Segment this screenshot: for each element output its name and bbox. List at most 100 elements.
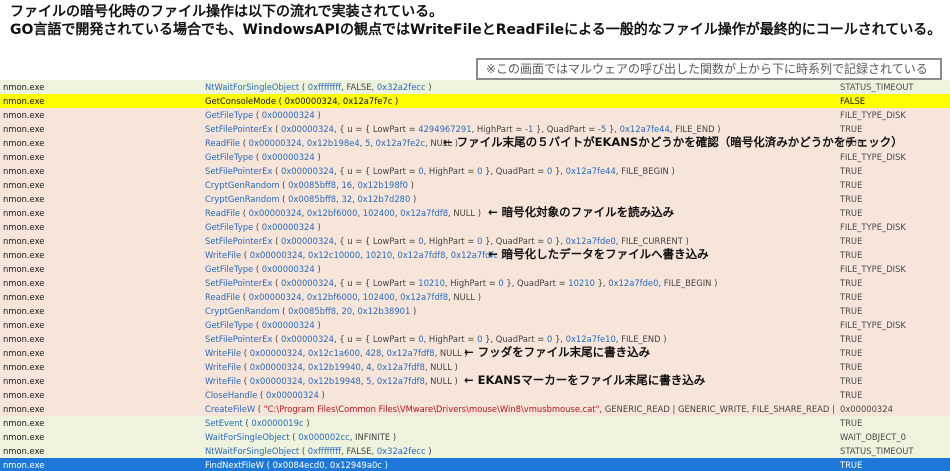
process-name-cell: nmon.exe [3, 264, 45, 274]
api-function-name: CryptGenRandom [205, 306, 280, 316]
api-function-name: WriteFile [205, 250, 242, 260]
api-arguments: ( 0x00000324 ) [260, 390, 325, 400]
table-row[interactable]: nmon.exe WaitForSingleObject ( 0x000002cc… [0, 430, 950, 444]
api-arguments: ( 0x00000324, 0x12bf6000, 102400, 0x12a7… [242, 208, 482, 218]
return-value-cell: TRUE [840, 208, 863, 218]
table-row[interactable]: nmon.exe GetFileType ( 0x00000324 ) FILE_T… [0, 318, 950, 332]
api-arguments: ( "C:\Program Files\Common Files\VMware\… [257, 404, 835, 414]
table-row[interactable]: nmon.exe SetFilePointerEx ( 0x00000324, {… [0, 122, 950, 136]
return-value-cell: FILE_TYPE_DISK [840, 152, 906, 162]
return-value-cell: TRUE [840, 376, 863, 386]
process-name-cell: nmon.exe [3, 82, 45, 92]
api-arguments: ( 0x00000324, 0x12b19940, 4, 0x12a7fdf8,… [243, 362, 458, 372]
table-row[interactable]: nmon.exe CryptGenRandom ( 0x0085bff8, 20,… [0, 304, 950, 318]
process-name-cell: nmon.exe [3, 404, 45, 414]
table-row[interactable]: nmon.exe GetFileType ( 0x00000324 ) FILE_T… [0, 150, 950, 164]
return-value-cell: TRUE [840, 250, 863, 260]
api-arguments: ( 0x0084ecd0, 0x12949a0c ) [266, 460, 388, 470]
api-function-name: NtWaitForSingleObject [205, 446, 300, 456]
table-row[interactable]: nmon.exe SetEvent ( 0x0000019c ) TRUE [0, 416, 950, 430]
return-value-cell: TRUE [840, 306, 863, 316]
table-row[interactable]: nmon.exe WriteFile ( 0x00000324, 0x12c100… [0, 248, 950, 262]
table-row[interactable]: nmon.exe GetFileType ( 0x00000324 ) FILE_T… [0, 108, 950, 122]
api-arguments: ( 0x0085bff8, 20, 0x12b38901 ) [282, 306, 417, 316]
return-value-cell: FILE_TYPE_DISK [840, 110, 906, 120]
api-function-name: SetFilePointerEx [205, 166, 273, 176]
table-row[interactable]: nmon.exe GetFileType ( 0x00000324 ) FILE_T… [0, 262, 950, 276]
page-header: ファイルの暗号化時のファイル操作は以下の流れで実装されている。 GO言語で開発さ… [10, 3, 941, 39]
process-name-cell: nmon.exe [3, 194, 45, 204]
process-name-cell: nmon.exe [3, 180, 45, 190]
table-row[interactable]: nmon.exe CloseHandle ( 0x00000324 ) TRUE [0, 388, 950, 402]
return-value-cell: TRUE [840, 460, 863, 470]
api-arguments: ( 0x00000324, 0x12c10000, 10210, 0x12a7f… [243, 250, 504, 260]
callout-annotation: ← ファイル末尾の５バイトがEKANSかどうかを確認（暗号化済みかどうかをチェッ… [443, 135, 903, 149]
table-row[interactable]: nmon.exe WriteFile ( 0x00000324, 0x12b199… [0, 360, 950, 374]
callout-annotation: ← フッダをファイル末尾に書き込み [464, 345, 651, 359]
callout-annotation: ← 暗号化したデータをファイルへ書き込み [488, 247, 709, 261]
process-name-cell: nmon.exe [3, 334, 45, 344]
api-function-name: SetFilePointerEx [205, 334, 273, 344]
api-arguments: ( 0x00000324, { u = { LowPart = 42949672… [275, 124, 721, 134]
process-name-cell: nmon.exe [3, 460, 45, 470]
api-call-cell: GetFileType ( 0x00000324 ) [205, 318, 835, 332]
api-arguments: ( 0xffffffff, FALSE, 0x32a2fecc ) [301, 446, 432, 456]
table-row[interactable]: nmon.exe CryptGenRandom ( 0x0085bff8, 16,… [0, 178, 950, 192]
api-function-name: SetFilePointerEx [205, 124, 273, 134]
api-arguments: ( 0x00000324 ) [255, 110, 321, 120]
api-function-name: GetFileType [205, 264, 254, 274]
table-row[interactable]: nmon.exe CreateFileW ( "C:\Program Files\… [0, 402, 950, 416]
process-name-cell: nmon.exe [3, 446, 45, 456]
return-value-cell: TRUE [840, 236, 863, 246]
table-row[interactable]: nmon.exe SetFilePointerEx ( 0x00000324, {… [0, 332, 950, 346]
table-row[interactable]: nmon.exe ReadFile ( 0x00000324, 0x12bf600… [0, 290, 950, 304]
process-name-cell: nmon.exe [3, 418, 45, 428]
api-function-name: CreateFileW [205, 404, 256, 414]
process-name-cell: nmon.exe [3, 278, 45, 288]
process-name-cell: nmon.exe [3, 124, 45, 134]
api-call-cell: NtWaitForSingleObject ( 0xffffffff, FALS… [205, 444, 835, 458]
return-value-cell: TRUE [840, 348, 863, 358]
process-name-cell: nmon.exe [3, 138, 45, 148]
api-arguments: ( 0x00000324, { u = { LowPart = 0, HighP… [275, 236, 689, 246]
table-row[interactable]: nmon.exe FindNextFileW ( 0x0084ecd0, 0x12… [0, 458, 950, 471]
table-row[interactable]: nmon.exe NtWaitForSingleObject ( 0xffffff… [0, 444, 950, 458]
api-arguments: ( 0xffffffff, FALSE, 0x32a2fecc ) [301, 82, 432, 92]
api-call-cell: GetFileType ( 0x00000324 ) [205, 108, 835, 122]
api-function-name: WriteFile [205, 348, 242, 358]
api-arguments: ( 0x00000324 ) [255, 320, 321, 330]
return-value-cell: TRUE [840, 390, 863, 400]
timeline-note-box: ※この画面ではマルウェアの呼び出した関数が上から下に時系列で記録されている [476, 58, 942, 80]
table-row[interactable]: nmon.exe CryptGenRandom ( 0x0085bff8, 32,… [0, 192, 950, 206]
table-row[interactable]: nmon.exe GetConsoleMode ( 0x00000324, 0x1… [0, 94, 950, 108]
process-name-cell: nmon.exe [3, 348, 45, 358]
process-name-cell: nmon.exe [3, 432, 45, 442]
api-call-cell: GetFileType ( 0x00000324 ) [205, 150, 835, 164]
api-function-name: WriteFile [205, 376, 242, 386]
table-row[interactable]: nmon.exe ReadFile ( 0x00000324, 0x12bf600… [0, 206, 950, 220]
table-row[interactable]: nmon.exe SetFilePointerEx ( 0x00000324, {… [0, 164, 950, 178]
api-call-cell: CryptGenRandom ( 0x0085bff8, 32, 0x12b7d… [205, 192, 835, 206]
api-call-cell: SetEvent ( 0x0000019c ) [205, 416, 835, 430]
callout-annotation: ← EKANSマーカーをファイル末尾に書き込み [464, 373, 706, 387]
table-row[interactable]: nmon.exe NtWaitForSingleObject ( 0xffffff… [0, 80, 950, 94]
api-arguments: ( 0x00000324, { u = { LowPart = 0, HighP… [275, 334, 667, 344]
table-row[interactable]: nmon.exe SetFilePointerEx ( 0x00000324, {… [0, 276, 950, 290]
table-row[interactable]: nmon.exe SetFilePointerEx ( 0x00000324, {… [0, 234, 950, 248]
api-call-cell: CryptGenRandom ( 0x0085bff8, 20, 0x12b38… [205, 304, 835, 318]
return-value-cell: STATUS_TIMEOUT [840, 82, 914, 92]
api-function-name: ReadFile [205, 292, 241, 302]
process-name-cell: nmon.exe [3, 96, 45, 106]
api-function-name: SetEvent [205, 418, 243, 428]
process-name-cell: nmon.exe [3, 208, 45, 218]
api-arguments: ( 0x0000019c ) [245, 418, 310, 428]
process-name-cell: nmon.exe [3, 222, 45, 232]
return-value-cell: TRUE [840, 278, 863, 288]
return-value-cell: WAIT_OBJECT_0 [840, 432, 906, 442]
table-row[interactable]: nmon.exe GetFileType ( 0x00000324 ) FILE_T… [0, 220, 950, 234]
api-call-cell: WriteFile ( 0x00000324, 0x12b19940, 4, 0… [205, 360, 835, 374]
api-call-cell: GetFileType ( 0x00000324 ) [205, 220, 835, 234]
return-value-cell: STATUS_TIMEOUT [840, 446, 914, 456]
return-value-cell: TRUE [840, 418, 863, 428]
callout-annotation: ← 暗号化対象のファイルを読み込み [488, 205, 675, 219]
